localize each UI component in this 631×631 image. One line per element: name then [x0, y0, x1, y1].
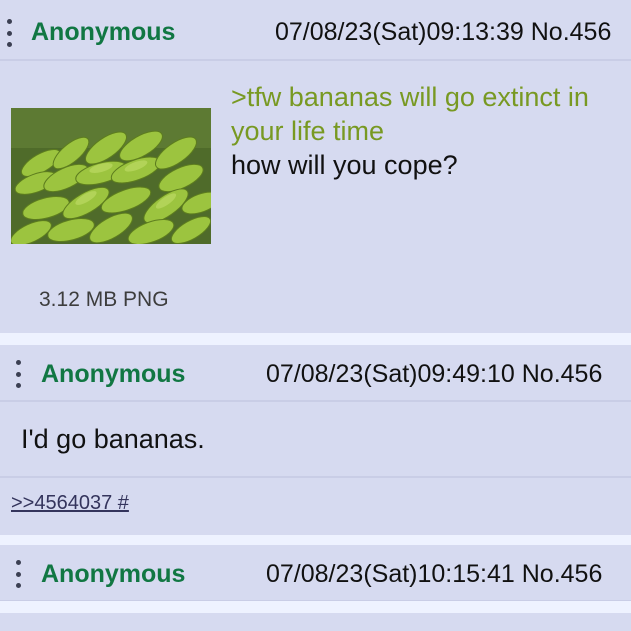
poster-name: Anonymous [41, 360, 186, 388]
post-separator [0, 333, 631, 345]
more-options-icon[interactable] [6, 19, 12, 47]
post-datetime-number[interactable]: 07/08/23(Sat)09:49:10 No.456 [266, 360, 602, 389]
post-datetime-number[interactable]: 07/08/23(Sat)09:13:39 No.456 [275, 18, 611, 47]
post-text: how will you cope? [231, 150, 458, 180]
post-datetime-number[interactable]: 07/08/23(Sat)10:15:41 No.456 [266, 560, 602, 589]
file-info[interactable]: 3.12 MB PNG [39, 288, 169, 312]
post: Anonymous 07/08/23(Sat)09:13:39 No.456 >… [0, 0, 631, 333]
post-body: >tfw bananas will go extinct in your lif… [0, 61, 631, 333]
post: Anonymous 07/08/23(Sat)09:49:10 No.456 I… [0, 345, 631, 535]
backlink[interactable]: >>4564037 # [11, 492, 129, 515]
post-text: I'd go bananas. [21, 424, 205, 454]
poster-name: Anonymous [31, 18, 176, 46]
poster-name: Anonymous [41, 560, 186, 588]
post-message: >tfw bananas will go extinct in your lif… [231, 80, 631, 182]
post-separator [0, 535, 631, 545]
post-header: Anonymous 07/08/23(Sat)09:49:10 No.456 [0, 345, 631, 402]
post-header: Anonymous 07/08/23(Sat)09:13:39 No.456 [0, 4, 631, 61]
post-next-partial [0, 613, 631, 631]
post-image[interactable] [11, 108, 211, 244]
more-options-icon[interactable] [15, 560, 21, 588]
post-separator [0, 601, 631, 613]
more-options-icon[interactable] [15, 360, 21, 388]
greentext-line: >tfw bananas will go extinct in your lif… [231, 82, 589, 146]
post-body: I'd go bananas. [0, 402, 631, 478]
post-header: Anonymous 07/08/23(Sat)10:15:41 No.456 [0, 545, 631, 602]
backlinks-bar: >>4564037 # [0, 476, 631, 533]
